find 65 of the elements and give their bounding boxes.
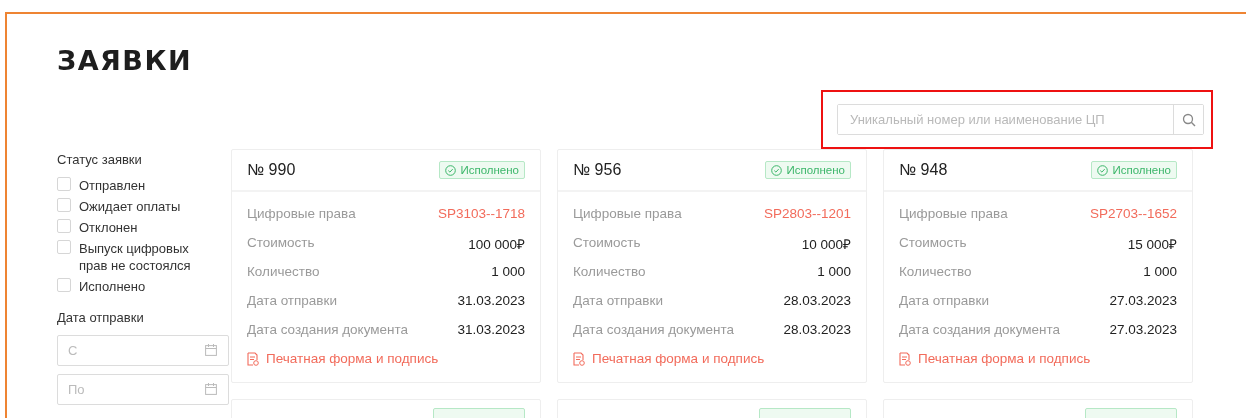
checkbox[interactable] xyxy=(57,177,71,191)
field-label: Стоимость xyxy=(899,235,967,252)
field-value: 1 000 xyxy=(491,264,525,281)
field-label: Стоимость xyxy=(247,235,315,252)
checkbox-label[interactable]: Ожидает оплаты xyxy=(79,198,181,215)
field-label: Цифровые права xyxy=(247,206,356,223)
field-label: Количество xyxy=(899,264,972,281)
status-text: Исполнено xyxy=(460,164,519,176)
field-value: 27.03.2023 xyxy=(1109,293,1177,310)
field-value: 1 000 xyxy=(1143,264,1177,281)
check-circle-icon xyxy=(1097,164,1109,176)
search-button[interactable] xyxy=(1173,105,1203,134)
field-value: 31.03.2023 xyxy=(457,322,525,339)
field-label: Цифровые права xyxy=(573,206,682,223)
search-field[interactable]: Уникальный номер или наименование ЦП xyxy=(837,104,1204,135)
checkbox[interactable] xyxy=(57,198,71,212)
field-label: Дата отправки xyxy=(573,293,663,310)
checkbox-label[interactable]: Отклонен xyxy=(79,219,138,236)
field-label: Дата отправки xyxy=(247,293,337,310)
checkbox-label[interactable]: Выпуск цифровых прав не состоялся xyxy=(79,240,217,274)
calendar-icon xyxy=(205,383,217,395)
order-number: № 956 xyxy=(573,161,622,179)
document-icon xyxy=(573,351,585,366)
order-number: № 948 xyxy=(899,161,948,179)
field-value: 31.03.2023 xyxy=(457,293,525,310)
status-text: Исполнено xyxy=(1112,164,1171,176)
filter-heading: Дата отправки xyxy=(57,310,145,325)
check-circle-icon xyxy=(445,164,457,176)
rights-link[interactable]: SP2803--1201 xyxy=(763,206,851,235)
filter-heading: Статус заявки xyxy=(57,152,143,167)
checkbox[interactable] xyxy=(57,278,71,292)
search-icon xyxy=(1181,112,1196,127)
field-label: Стоимость xyxy=(573,235,641,252)
field-label: Дата создания документа xyxy=(247,322,409,339)
field-value: 28.03.2023 xyxy=(783,293,851,310)
checkbox[interactable] xyxy=(57,219,71,233)
document-icon xyxy=(899,351,911,366)
order-number: № 990 xyxy=(247,161,296,179)
check-circle-icon xyxy=(771,164,783,176)
page-title: ЗАЯВКИ xyxy=(57,44,194,78)
print-form-link[interactable]: Печатная форма и подпись xyxy=(899,351,1177,366)
field-value: 27.03.2023 xyxy=(1109,322,1177,339)
field-value: 10 000₽ xyxy=(801,236,851,254)
status-text: Исполнено xyxy=(786,164,845,176)
rights-link[interactable]: SP2703--1652 xyxy=(1089,206,1177,235)
calendar-icon xyxy=(205,344,217,356)
rights-link[interactable]: SP3103--1718 xyxy=(437,206,525,235)
field-value: 15 000₽ xyxy=(1127,236,1177,254)
print-form-link[interactable]: Печатная форма и подпись xyxy=(573,351,851,366)
checkbox-label[interactable]: Отправлен xyxy=(79,177,146,194)
date-field[interactable]: По xyxy=(57,374,229,405)
checkbox[interactable] xyxy=(57,240,71,254)
field-label: Дата создания документа xyxy=(899,322,1061,339)
field-value: 100 000₽ xyxy=(468,236,525,254)
field-label: Цифровые права xyxy=(899,206,1008,223)
field-label: Количество xyxy=(573,264,646,281)
field-label: Дата создания документа xyxy=(573,322,735,339)
print-form-link[interactable]: Печатная форма и подпись xyxy=(247,351,525,366)
field-label: Дата отправки xyxy=(899,293,989,310)
document-icon xyxy=(247,351,259,366)
field-label: Количество xyxy=(247,264,320,281)
date-field[interactable]: С xyxy=(57,335,229,366)
field-value: 28.03.2023 xyxy=(783,322,851,339)
field-value: 1 000 xyxy=(817,264,851,281)
checkbox-label[interactable]: Исполнено xyxy=(79,278,146,295)
